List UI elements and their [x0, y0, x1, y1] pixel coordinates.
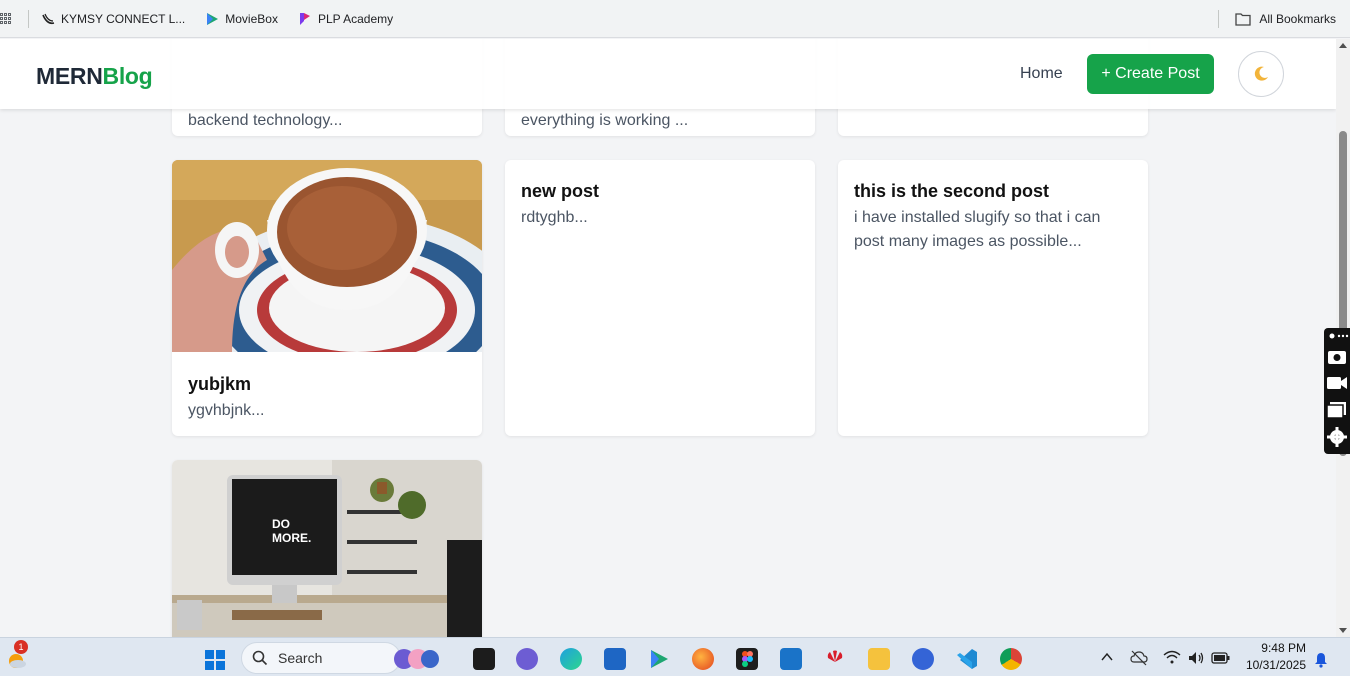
folder-icon — [1235, 13, 1251, 26]
firefox-icon[interactable] — [692, 648, 714, 670]
bookmark-label: MovieBox — [225, 11, 278, 26]
page-viewport: backend technology... everything is work… — [0, 39, 1336, 637]
zoom-icon[interactable] — [912, 648, 934, 670]
chat-icon[interactable] — [516, 648, 538, 670]
all-bookmarks[interactable]: All Bookmarks — [1218, 0, 1336, 38]
vscode-icon[interactable] — [956, 648, 978, 670]
logo-part-mern: MERN — [36, 63, 103, 89]
logo-part-blog: Blog — [102, 63, 153, 89]
post-excerpt: backend technology... — [188, 112, 343, 129]
post-excerpt: ygvhbjnk... — [188, 402, 265, 419]
figma-icon[interactable] — [736, 648, 758, 670]
gear-icon[interactable] — [1327, 427, 1347, 447]
windows-start-icon[interactable] — [204, 649, 226, 671]
bookmarks-divider — [1218, 10, 1220, 28]
notepad-app-icon[interactable] — [780, 648, 802, 670]
cloud-off-icon[interactable] — [1130, 650, 1148, 666]
theme-toggle-button[interactable] — [1238, 51, 1284, 97]
kymsy-icon — [42, 13, 55, 24]
bookmark-kymsy[interactable]: KYMSY CONNECT L... — [41, 12, 185, 26]
volume-icon[interactable] — [1187, 650, 1205, 666]
post-image-desk: DO MORE. — [172, 460, 482, 637]
wifi-icon[interactable] — [1163, 650, 1181, 666]
screen-text: DO — [272, 517, 290, 531]
post-image-coffee — [172, 160, 482, 352]
moviebox-icon — [207, 12, 219, 25]
search-icon — [252, 650, 268, 666]
search-highlight-icon — [394, 649, 439, 669]
notification-bell-icon[interactable] — [1314, 652, 1328, 668]
huawei-icon[interactable] — [824, 648, 846, 670]
clock-date[interactable]: 10/31/2025 — [1240, 658, 1306, 672]
post-excerpt: rdtyghb... — [521, 209, 588, 226]
store-icon[interactable] — [604, 648, 626, 670]
post-title: yubjkm — [188, 374, 252, 394]
moviebox-app-icon[interactable] — [648, 648, 670, 670]
post-card[interactable]: new post rdtyghb... — [505, 160, 815, 436]
navbar: MERNBlog Home + Create Post — [0, 39, 1336, 109]
windows-icon[interactable] — [1326, 402, 1346, 419]
create-post-button[interactable]: + Create Post — [1087, 54, 1214, 94]
post-excerpt: everything is working ... — [521, 112, 689, 129]
capture-tools — [1326, 333, 1349, 447]
bookmark-plp[interactable]: PLP Academy — [298, 12, 393, 26]
search-placeholder: Search — [278, 650, 323, 666]
chrome-icon[interactable] — [1000, 648, 1022, 670]
plp-icon — [299, 12, 310, 25]
logo[interactable]: MERNBlog — [36, 63, 153, 90]
camera-icon[interactable] — [1328, 351, 1346, 364]
post-card[interactable]: yubjkm ygvhbjnk... — [172, 160, 482, 436]
apps-grid-icon[interactable] — [0, 12, 12, 25]
svg-text:MORE.: MORE. — [272, 531, 311, 545]
post-card[interactable]: this is the second post i have installed… — [838, 160, 1148, 436]
all-bookmarks-label: All Bookmarks — [1259, 12, 1336, 26]
taskbar-search[interactable]: Search — [241, 642, 439, 674]
bookmark-moviebox[interactable]: MovieBox — [205, 12, 278, 26]
task-view-icon[interactable] — [473, 648, 495, 670]
nav-home-link[interactable]: Home — [1020, 65, 1063, 83]
bookmark-label: PLP Academy — [317, 11, 394, 26]
video-icon[interactable] — [1327, 377, 1347, 389]
post-excerpt: i have installed slugify so that i can p… — [854, 209, 1101, 250]
chevron-up-icon[interactable] — [1101, 652, 1113, 662]
weather-widget[interactable]: 1 — [6, 640, 28, 670]
weather-badge: 1 — [14, 640, 28, 654]
clock-time[interactable]: 9:48 PM — [1240, 641, 1306, 655]
post-title: new post — [521, 181, 600, 201]
scroll-down-arrow-icon[interactable] — [1339, 628, 1347, 633]
bookmarks-divider — [28, 9, 29, 28]
scroll-up-arrow-icon[interactable] — [1339, 43, 1347, 48]
post-title: this is the second post — [854, 181, 1050, 201]
file-explorer-icon[interactable] — [868, 648, 890, 670]
bookmarks-bar: KYMSY CONNECT L... MovieBox PLP Academy … — [0, 0, 1350, 38]
bookmark-label: KYMSY CONNECT L... — [61, 11, 186, 26]
post-card[interactable]: DO MORE. — [172, 460, 482, 637]
edge-icon[interactable] — [560, 648, 582, 670]
capture-toolbar — [1324, 328, 1350, 454]
battery-icon[interactable] — [1211, 651, 1231, 665]
moon-icon — [1254, 66, 1268, 81]
taskbar: 1 Search 9:48 PM 10/31/2025 — [0, 637, 1350, 676]
